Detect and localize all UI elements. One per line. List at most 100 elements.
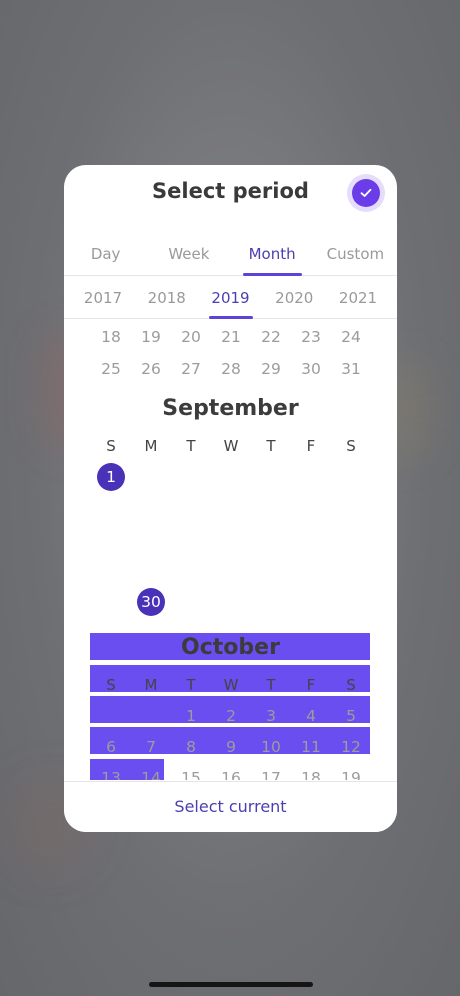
confirm-button-fill (352, 179, 380, 207)
day-cell[interactable]: 26 (131, 354, 171, 384)
tab-month[interactable]: Month (231, 235, 314, 276)
day-cell[interactable]: 18 (211, 525, 251, 555)
select-current-button[interactable]: Select current (64, 781, 397, 832)
day-cell[interactable]: 17 (171, 525, 211, 555)
day-cell[interactable]: 14 (331, 493, 371, 523)
day-cell[interactable]: 12 (251, 493, 291, 523)
month-title-october: October (181, 635, 280, 660)
day-cell[interactable]: 25 (211, 556, 251, 586)
weekday-header: S M T W T F S (91, 670, 371, 700)
day-cell[interactable]: 31 (331, 354, 371, 384)
day-cell[interactable]: 29 (251, 354, 291, 384)
day-cell[interactable]: 11 (291, 732, 331, 762)
day-cell[interactable]: 19 (331, 763, 371, 780)
weekday-label: M (144, 437, 158, 455)
day-cell[interactable]: 22 (251, 322, 291, 352)
day-cell[interactable]: 4 (211, 462, 251, 492)
weekday-label: F (306, 437, 316, 455)
confirm-button[interactable] (347, 174, 385, 212)
day-cell[interactable]: 28 (331, 556, 371, 586)
day-cell[interactable]: 15 (171, 763, 211, 780)
day-cell[interactable]: 15 (91, 525, 131, 555)
tab-custom[interactable]: Custom (314, 235, 397, 275)
day-cell[interactable]: 5 (331, 701, 371, 731)
year-2017[interactable]: 2017 (78, 277, 128, 318)
weekday-label: S (106, 437, 116, 455)
tab-week[interactable]: Week (147, 235, 230, 275)
day-cell-range-end[interactable]: 30 (131, 587, 171, 617)
day-cell-range-start[interactable]: 1 (91, 462, 131, 492)
day-cell[interactable]: 6 (91, 732, 131, 762)
day-cell[interactable]: 27 (171, 354, 211, 384)
calendar-scroll-area[interactable]: 18 19 20 21 22 23 24 25 26 27 28 29 30 3… (64, 320, 397, 780)
weekday-label: T (266, 676, 276, 694)
day-cell[interactable]: 24 (171, 556, 211, 586)
day-cell[interactable]: 3 (251, 701, 291, 731)
day-cell[interactable]: 17 (251, 763, 291, 780)
month-title-september: September (162, 396, 299, 421)
weekday-label: W (223, 437, 239, 455)
day-cell[interactable]: 20 (171, 322, 211, 352)
weekday-label: F (306, 676, 316, 694)
day-cell[interactable]: 30 (291, 354, 331, 384)
day-cell[interactable]: 10 (251, 732, 291, 762)
day-cell[interactable]: 27 (291, 556, 331, 586)
day-cell[interactable]: 10 (171, 493, 211, 523)
day-cell[interactable]: 25 (91, 354, 131, 384)
day-cell[interactable]: 16 (211, 763, 251, 780)
day-cell[interactable]: 13 (91, 763, 131, 780)
weekday-label: M (144, 676, 158, 694)
day-cell[interactable]: 24 (331, 322, 371, 352)
weekday-label: S (106, 676, 116, 694)
weekday-label: T (266, 437, 276, 455)
day-cell[interactable]: 7 (131, 732, 171, 762)
day-cell[interactable]: 29 (91, 587, 131, 617)
calendar-week-row: 1 2 3 4 5 (91, 701, 371, 731)
day-cell[interactable]: 6 (291, 462, 331, 492)
select-period-dialog: Select period Day Week Month Custom 2017… (64, 165, 397, 832)
day-cell[interactable]: 18 (91, 322, 131, 352)
year-2018[interactable]: 2018 (142, 277, 192, 318)
weekday-label: S (346, 676, 356, 694)
day-cell[interactable]: 26 (251, 556, 291, 586)
day-cell[interactable]: 1 (171, 701, 211, 731)
day-cell[interactable]: 4 (291, 701, 331, 731)
day-cell[interactable]: 8 (91, 493, 131, 523)
day-cell[interactable]: 2 (131, 462, 171, 492)
calendar-week-row: 13 14 15 16 17 18 19 (91, 763, 371, 780)
day-cell[interactable]: 9 (131, 493, 171, 523)
day-cell-empty (91, 701, 131, 731)
day-cell[interactable]: 19 (251, 525, 291, 555)
period-tabs: Day Week Month Custom (64, 235, 397, 276)
calendar-week-row: 22 23 24 25 26 27 28 (91, 556, 371, 586)
year-2021[interactable]: 2021 (333, 277, 383, 318)
day-cell[interactable]: 8 (171, 732, 211, 762)
day-cell[interactable]: 12 (331, 732, 371, 762)
day-cell[interactable]: 5 (251, 462, 291, 492)
calendar-week-row: 6 7 8 9 10 11 12 (91, 732, 371, 762)
day-cell[interactable]: 23 (291, 322, 331, 352)
day-cell[interactable]: 23 (131, 556, 171, 586)
day-cell[interactable]: 21 (331, 525, 371, 555)
year-2019[interactable]: 2019 (206, 277, 256, 319)
day-cell[interactable]: 16 (131, 525, 171, 555)
day-cell[interactable]: 22 (91, 556, 131, 586)
day-cell[interactable]: 14 (131, 763, 171, 780)
day-cell[interactable]: 9 (211, 732, 251, 762)
weekday-header: S M T W T F S (91, 431, 371, 461)
tab-day[interactable]: Day (64, 235, 147, 275)
day-cell[interactable]: 19 (131, 322, 171, 352)
day-cell[interactable]: 2 (211, 701, 251, 731)
day-cell[interactable]: 21 (211, 322, 251, 352)
day-cell[interactable]: 11 (211, 493, 251, 523)
day-cell[interactable]: 13 (291, 493, 331, 523)
day-cell-empty (131, 701, 171, 731)
day-cell[interactable]: 7 (331, 462, 371, 492)
weekday-label: S (346, 437, 356, 455)
year-2020[interactable]: 2020 (269, 277, 319, 318)
day-cell[interactable]: 3 (171, 462, 211, 492)
day-cell[interactable]: 18 (291, 763, 331, 780)
day-cell[interactable]: 28 (211, 354, 251, 384)
weekday-label: W (223, 676, 239, 694)
day-cell[interactable]: 20 (291, 525, 331, 555)
